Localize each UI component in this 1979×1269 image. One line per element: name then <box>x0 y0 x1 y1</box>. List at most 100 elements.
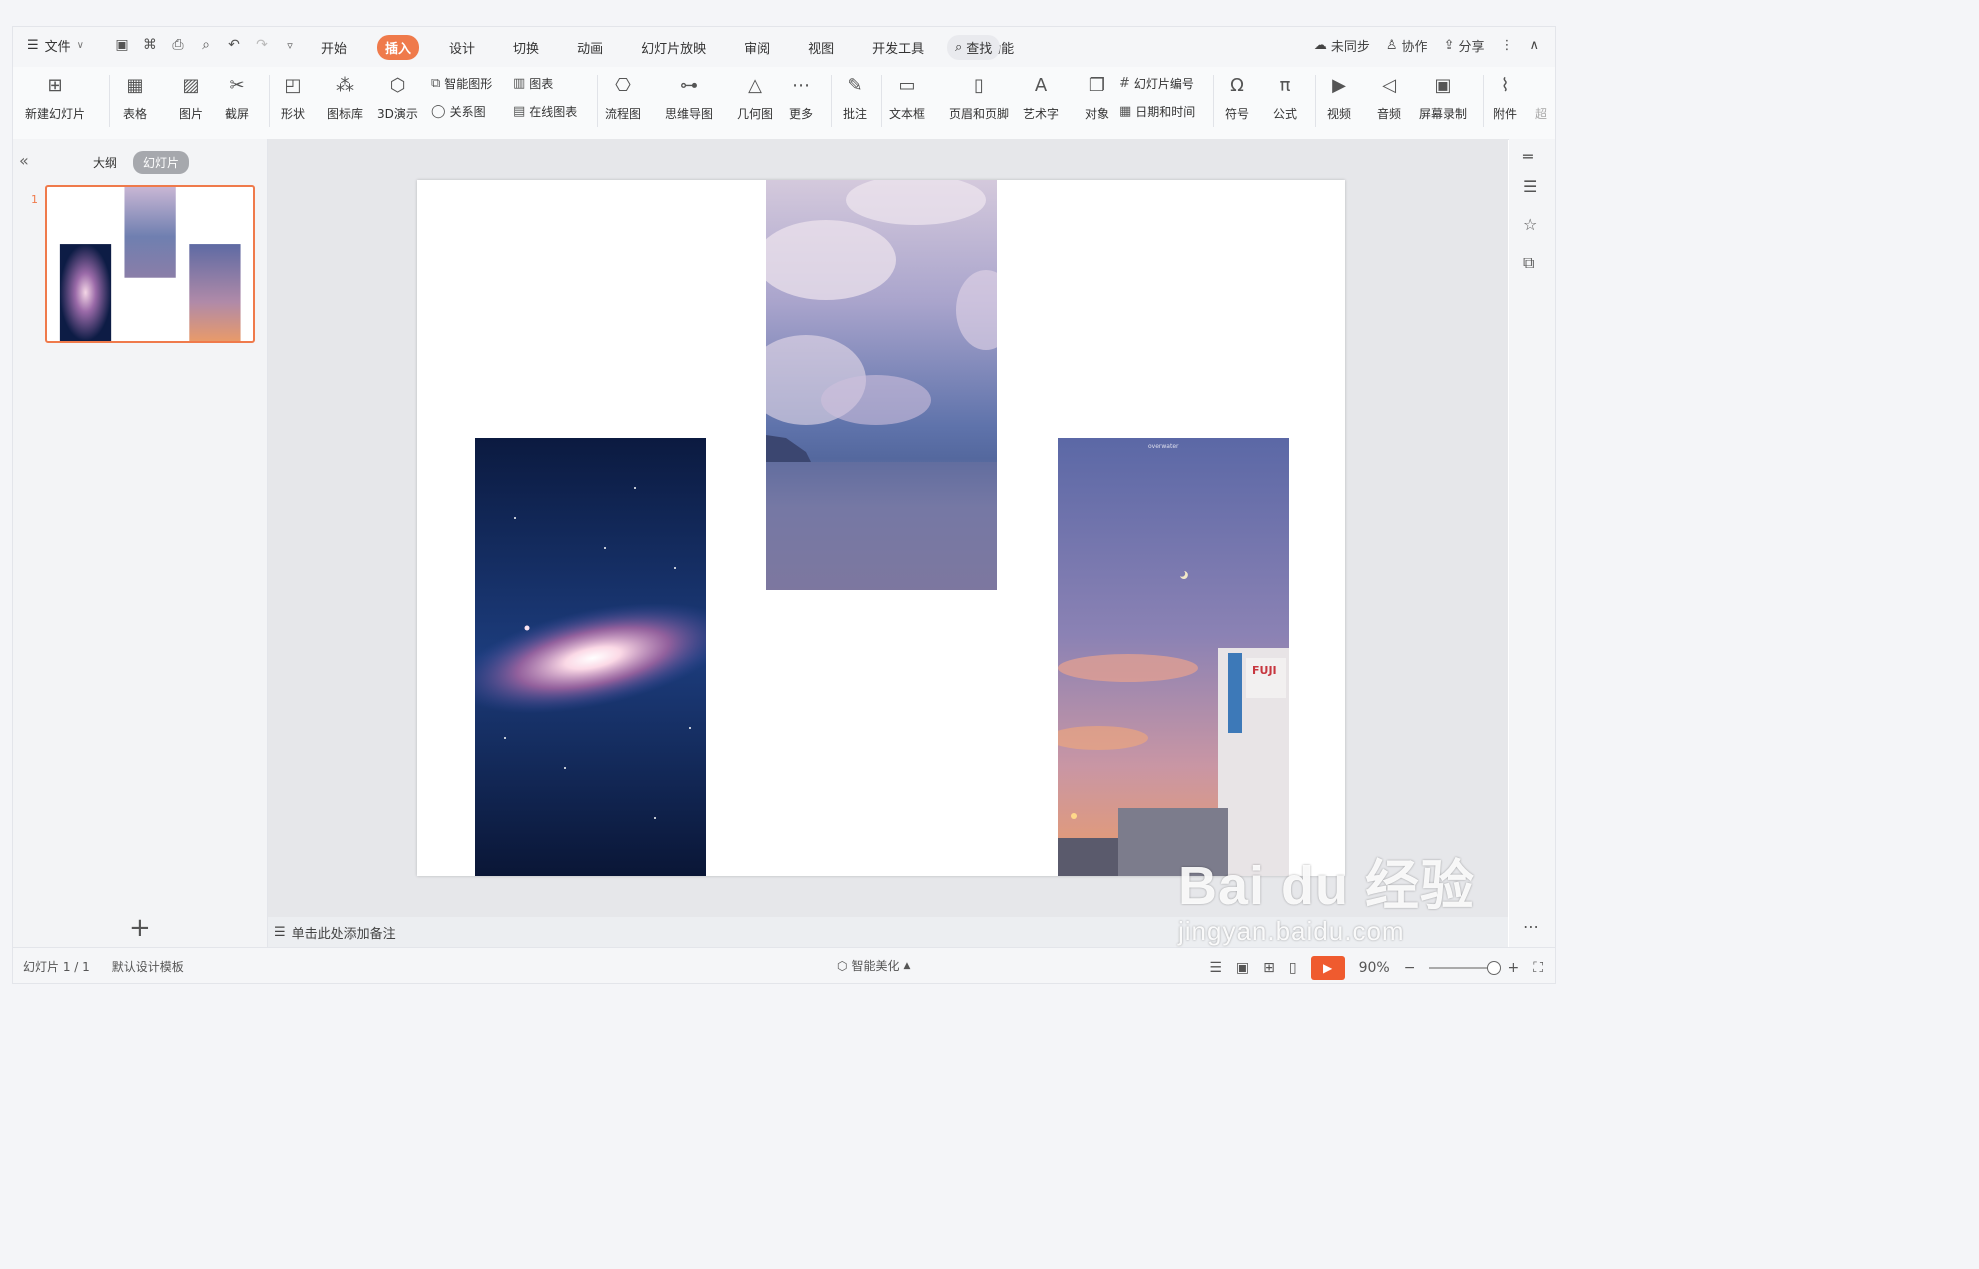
new-slide-icon: ⊞ <box>47 74 63 96</box>
flowchart-button[interactable]: ⎔ 流程图 <box>605 71 641 122</box>
collab-button[interactable]: ♙ 协作 <box>1386 36 1428 55</box>
save-icon[interactable]: ▣ <box>113 36 131 54</box>
tab-design[interactable]: 设计 <box>441 35 483 60</box>
tab-developer[interactable]: 开发工具 <box>864 35 932 60</box>
drag-handle-icon[interactable]: ═ <box>1523 147 1533 166</box>
relation-icon: ◯ <box>431 104 446 119</box>
header-footer-icon: ▯ <box>974 74 984 96</box>
zoom-slider[interactable] <box>1429 961 1502 975</box>
reading-view-icon[interactable]: ▯ <box>1289 960 1297 976</box>
search-button[interactable]: ⌕ 查找 <box>947 35 1001 60</box>
tab-outline[interactable]: 大纲 <box>93 154 117 171</box>
vertical-scrollbar[interactable] <box>1493 139 1508 917</box>
smart-graphic-button[interactable]: ⧉ 智能图形 <box>431 75 492 92</box>
divider <box>269 75 270 127</box>
panel-tabs: « 大纲 幻灯片 <box>13 151 267 175</box>
formula-button[interactable]: π 公式 <box>1271 71 1299 122</box>
notes-placeholder[interactable]: 单击此处添加备注 <box>292 923 396 942</box>
zoom-out-icon[interactable]: − <box>1404 960 1416 976</box>
format-painter-icon[interactable]: ⌘ <box>141 36 159 54</box>
tab-animation[interactable]: 动画 <box>569 35 611 60</box>
add-slide-button[interactable]: + <box>129 913 151 943</box>
datetime-button[interactable]: ▦ 日期和时间 <box>1119 103 1195 120</box>
switch-icon[interactable]: ⧉ <box>1523 253 1534 273</box>
symbol-button[interactable]: Ω 符号 <box>1223 71 1251 122</box>
caret-up-icon: ▲ <box>903 960 911 971</box>
more-options-icon[interactable]: ⋯ <box>1523 917 1539 936</box>
tab-review[interactable]: 审阅 <box>736 35 778 60</box>
object-icon: ❐ <box>1088 74 1106 96</box>
print-preview-icon[interactable]: ⌕ <box>197 36 215 54</box>
template-name[interactable]: 默认设计模板 <box>112 958 184 975</box>
share-button[interactable]: ⇪ 分享 <box>1444 36 1485 55</box>
screenshot-button[interactable]: ✂ 截屏 <box>223 71 251 122</box>
shape-button[interactable]: ◰ 形状 <box>279 71 307 122</box>
redo-icon[interactable]: ↷ <box>253 36 271 54</box>
tab-insert[interactable]: 插入 <box>377 35 420 60</box>
icon-library-button[interactable]: ⁂ 图标库 <box>327 71 363 122</box>
more-button[interactable]: ⋯ 更多 <box>787 71 815 122</box>
slide-thumbnail[interactable] <box>45 185 255 343</box>
wordart-button[interactable]: A 艺术字 <box>1023 71 1059 122</box>
play-slideshow-button[interactable]: ▶ <box>1310 956 1345 980</box>
zoom-slider-knob[interactable] <box>1487 961 1502 975</box>
fit-window-icon[interactable]: ⛶ <box>1533 960 1543 976</box>
file-menu-label[interactable]: 文件 <box>45 36 71 55</box>
more-menu-icon[interactable]: ⋮ <box>1500 38 1513 53</box>
3d-demo-button[interactable]: ⬡ 3D演示 <box>377 71 418 122</box>
city-sunset-image: overwater FUJI <box>1058 438 1289 876</box>
chart-button[interactable]: ▥ 图表 <box>513 75 553 92</box>
online-chart-button[interactable]: ▤ 在线图表 <box>513 103 577 120</box>
table-label: 表格 <box>122 107 147 121</box>
current-slide[interactable]: overwater FUJI <box>417 180 1345 876</box>
3d-demo-label: 3D演示 <box>377 107 418 121</box>
normal-view-icon[interactable]: ▣ <box>1236 960 1249 976</box>
geometry-button[interactable]: △ 几何图 <box>737 71 773 122</box>
zoom-in-icon[interactable]: + <box>1507 960 1519 976</box>
tab-slides[interactable]: 幻灯片 <box>133 151 190 174</box>
collapse-panel-icon[interactable]: « <box>19 151 29 170</box>
comment-icon: ✎ <box>847 74 863 96</box>
tab-view[interactable]: 视图 <box>800 35 842 60</box>
galaxy-photo[interactable] <box>475 438 706 876</box>
tab-slideshow[interactable]: 幻灯片放映 <box>633 35 714 60</box>
overflow-button[interactable]: 超 <box>1527 71 1555 122</box>
galaxy-image <box>475 438 706 876</box>
star-icon[interactable]: ☆ <box>1523 215 1537 234</box>
notes-toggle-icon[interactable]: ☰ <box>1209 960 1222 976</box>
attachment-button[interactable]: ⌇ 附件 <box>1491 71 1519 122</box>
textbox-button[interactable]: ▭ 文本框 <box>889 71 925 122</box>
mindmap-button[interactable]: ⊶ 思维导图 <box>665 71 713 122</box>
sky-sea-photo[interactable] <box>766 180 997 590</box>
hamburger-icon[interactable]: ☰ <box>27 38 39 53</box>
audio-button[interactable]: ◁ 音频 <box>1375 71 1403 122</box>
file-menu[interactable]: ☰ 文件 ∨ <box>27 36 84 55</box>
grid-view-icon[interactable]: ⊞ <box>1263 960 1275 976</box>
table-button[interactable]: ▦ 表格 <box>121 71 149 122</box>
smart-beautify-button[interactable]: ⬡ 智能美化 ▲ <box>837 957 910 974</box>
comment-button[interactable]: ✎ 批注 <box>841 71 869 122</box>
chevron-down-icon[interactable]: ∨ <box>77 40 84 51</box>
divider <box>1213 75 1214 127</box>
tab-home[interactable]: 开始 <box>313 35 355 60</box>
object-button[interactable]: ❐ 对象 <box>1083 71 1111 122</box>
print-icon[interactable]: ⎙ <box>169 36 187 54</box>
new-slide-button[interactable]: ⊞ 新建幻灯片 <box>25 71 85 122</box>
smart-graphic-label: 智能图形 <box>444 77 493 91</box>
city-sunset-photo[interactable]: overwater FUJI <box>1058 438 1289 876</box>
picture-button[interactable]: ▨ 图片 <box>177 71 205 122</box>
beautify-icon: ⬡ <box>837 958 848 973</box>
undo-icon[interactable]: ↶ <box>225 36 243 54</box>
zoom-level[interactable]: 90% <box>1359 960 1390 976</box>
relation-button[interactable]: ◯ 关系图 <box>431 103 486 120</box>
properties-icon[interactable]: ☰ <box>1523 177 1537 196</box>
tab-transitions[interactable]: 切换 <box>505 35 547 60</box>
video-button[interactable]: ▶ 视频 <box>1325 71 1353 122</box>
geometry-label: 几何图 <box>737 107 774 121</box>
customize-icon[interactable]: ▿ <box>281 36 299 54</box>
screen-record-button[interactable]: ▣ 屏幕录制 <box>1419 71 1467 122</box>
slide-number-button[interactable]: # 幻灯片编号 <box>1119 75 1194 92</box>
sync-button[interactable]: ☁ 未同步 <box>1314 36 1370 55</box>
collapse-ribbon-icon[interactable]: ∧ <box>1529 38 1539 53</box>
header-footer-button[interactable]: ▯ 页眉和页脚 <box>949 71 1009 122</box>
